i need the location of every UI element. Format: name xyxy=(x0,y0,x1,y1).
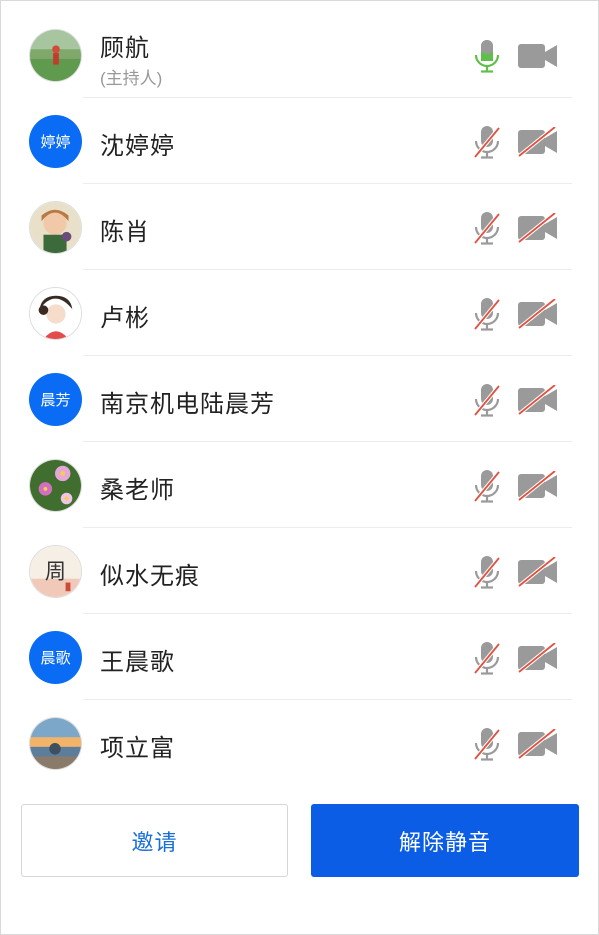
participant-row[interactable]: 婷婷 沈婷婷 xyxy=(1,98,599,184)
video-camera-off-icon[interactable] xyxy=(517,469,559,502)
microphone-muted-icon[interactable] xyxy=(473,296,501,332)
participant-name: 项立富 xyxy=(100,735,175,762)
avatar xyxy=(29,287,82,340)
microphone-muted-icon[interactable] xyxy=(473,640,501,676)
unmute-button[interactable]: 解除静音 xyxy=(311,804,579,877)
avatar: 婷婷 xyxy=(29,115,82,168)
video-camera-icon[interactable] xyxy=(517,41,559,71)
avatar xyxy=(29,459,82,512)
participant-row[interactable]: 顾航 (主持人) xyxy=(1,12,599,98)
video-camera-off-icon[interactable] xyxy=(517,297,559,330)
participant-name: 南京机电陆晨芳 xyxy=(100,391,275,418)
avatar xyxy=(29,717,82,770)
video-camera-off-icon[interactable] xyxy=(517,211,559,244)
video-camera-off-icon[interactable] xyxy=(517,641,559,674)
video-camera-off-icon[interactable] xyxy=(517,555,559,588)
participant-name: 王晨歌 xyxy=(100,649,175,676)
microphone-muted-icon[interactable] xyxy=(473,124,501,160)
action-bar: 邀请 解除静音 xyxy=(1,804,599,877)
avatar: 晨歌 xyxy=(29,631,82,684)
svg-text:周: 周 xyxy=(45,559,66,584)
participant-row[interactable]: 晨芳 南京机电陆晨芳 xyxy=(1,356,599,442)
participant-name: 沈婷婷 xyxy=(100,133,175,160)
participant-row[interactable]: 项立富 xyxy=(1,700,599,786)
participant-row[interactable]: 周 似水无痕 xyxy=(1,528,599,614)
participant-name: 桑老师 xyxy=(100,477,175,504)
participant-name: 卢彬 xyxy=(100,305,150,332)
microphone-muted-icon[interactable] xyxy=(473,726,501,762)
participant-name: 顾航 xyxy=(100,35,150,62)
participant-panel: 顾航 (主持人) 婷婷 沈婷婷 陈肖 卢彬 晨芳 南京机电陆晨芳 桑老师 周 似… xyxy=(0,0,599,935)
video-camera-off-icon[interactable] xyxy=(517,125,559,158)
microphone-muted-icon[interactable] xyxy=(473,210,501,246)
participant-name: 似水无痕 xyxy=(100,563,200,590)
invite-button[interactable]: 邀请 xyxy=(21,804,288,877)
participant-name: 陈肖 xyxy=(100,219,150,246)
participant-row[interactable]: 卢彬 xyxy=(1,270,599,356)
avatar: 晨芳 xyxy=(29,373,82,426)
avatar xyxy=(29,201,82,254)
video-camera-off-icon[interactable] xyxy=(517,727,559,760)
avatar: 周 xyxy=(29,545,82,598)
microphone-icon[interactable] xyxy=(473,38,501,74)
microphone-muted-icon[interactable] xyxy=(473,382,501,418)
video-camera-off-icon[interactable] xyxy=(517,383,559,416)
microphone-muted-icon[interactable] xyxy=(473,468,501,504)
participant-list: 顾航 (主持人) 婷婷 沈婷婷 陈肖 卢彬 晨芳 南京机电陆晨芳 桑老师 周 似… xyxy=(1,12,599,786)
participant-row[interactable]: 晨歌 王晨歌 xyxy=(1,614,599,700)
microphone-muted-icon[interactable] xyxy=(473,554,501,590)
host-label: (主持人) xyxy=(100,69,163,88)
participant-row[interactable]: 桑老师 xyxy=(1,442,599,528)
avatar xyxy=(29,29,82,82)
participant-row[interactable]: 陈肖 xyxy=(1,184,599,270)
